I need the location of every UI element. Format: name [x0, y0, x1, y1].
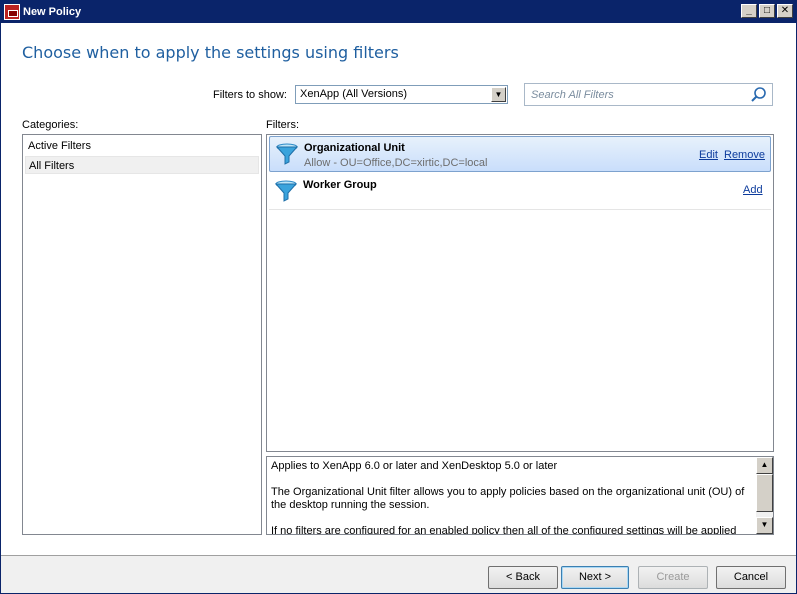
filter-description: Allow - OU=Office,DC=xirtic,DC=local — [304, 157, 488, 169]
close-button[interactable]: ✕ — [777, 4, 793, 18]
search-icon[interactable] — [750, 86, 767, 103]
next-button[interactable]: Next > — [561, 566, 629, 589]
description-line: If no filters are configured for an enab… — [271, 525, 737, 535]
filter-name: Worker Group — [303, 179, 377, 191]
funnel-icon — [274, 180, 298, 202]
scroll-down-icon[interactable]: ▼ — [756, 517, 773, 534]
add-link[interactable]: Add — [743, 184, 763, 196]
filter-row-worker-group[interactable]: Worker Group Add — [269, 174, 771, 210]
filters-to-show-select[interactable]: XenApp (All Versions) ▼ — [295, 85, 508, 104]
scroll-thumb[interactable] — [756, 474, 773, 512]
minimize-button[interactable]: _ — [741, 4, 757, 18]
category-active-filters[interactable]: Active Filters — [25, 137, 259, 155]
create-button[interactable]: Create — [638, 566, 708, 589]
title-bar[interactable]: New Policy _ □ ✕ — [1, 1, 796, 23]
description-text: Applies to XenApp 6.0 or later and XenDe… — [271, 460, 755, 535]
new-policy-window: New Policy _ □ ✕ Choose when to apply th… — [0, 0, 797, 594]
filter-row-organizational-unit[interactable]: Organizational Unit Allow - OU=Office,DC… — [269, 136, 771, 172]
categories-list: Active Filters All Filters — [22, 134, 262, 535]
maximize-button[interactable]: □ — [759, 4, 775, 18]
filters-label: Filters: — [266, 119, 299, 131]
filters-list: Organizational Unit Allow - OU=Office,DC… — [266, 134, 774, 452]
filters-to-show-label: Filters to show: — [213, 89, 287, 101]
edit-link[interactable]: Edit — [699, 149, 718, 161]
vertical-scrollbar[interactable]: ▲ ▼ — [756, 457, 773, 534]
page-heading: Choose when to apply the settings using … — [22, 43, 399, 62]
app-icon — [4, 4, 20, 20]
remove-link[interactable]: Remove — [724, 149, 765, 161]
filter-name: Organizational Unit — [304, 142, 405, 154]
categories-label: Categories: — [22, 119, 79, 131]
description-line: Applies to XenApp 6.0 or later and XenDe… — [271, 460, 558, 472]
scroll-up-icon[interactable]: ▲ — [756, 457, 773, 474]
category-all-filters[interactable]: All Filters — [25, 156, 259, 174]
dropdown-arrow-icon[interactable]: ▼ — [491, 87, 506, 102]
filters-to-show-value: XenApp (All Versions) — [300, 88, 407, 100]
cancel-button[interactable]: Cancel — [716, 566, 786, 589]
window-controls: _ □ ✕ — [741, 4, 793, 18]
description-line: The Organizational Unit filter allows yo… — [271, 486, 745, 511]
search-placeholder: Search All Filters — [531, 89, 614, 101]
search-input[interactable]: Search All Filters — [524, 83, 773, 106]
funnel-icon — [275, 143, 299, 165]
window-title: New Policy — [23, 6, 82, 18]
back-button[interactable]: < Back — [488, 566, 558, 589]
filter-description-panel[interactable]: Applies to XenApp 6.0 or later and XenDe… — [266, 456, 774, 535]
